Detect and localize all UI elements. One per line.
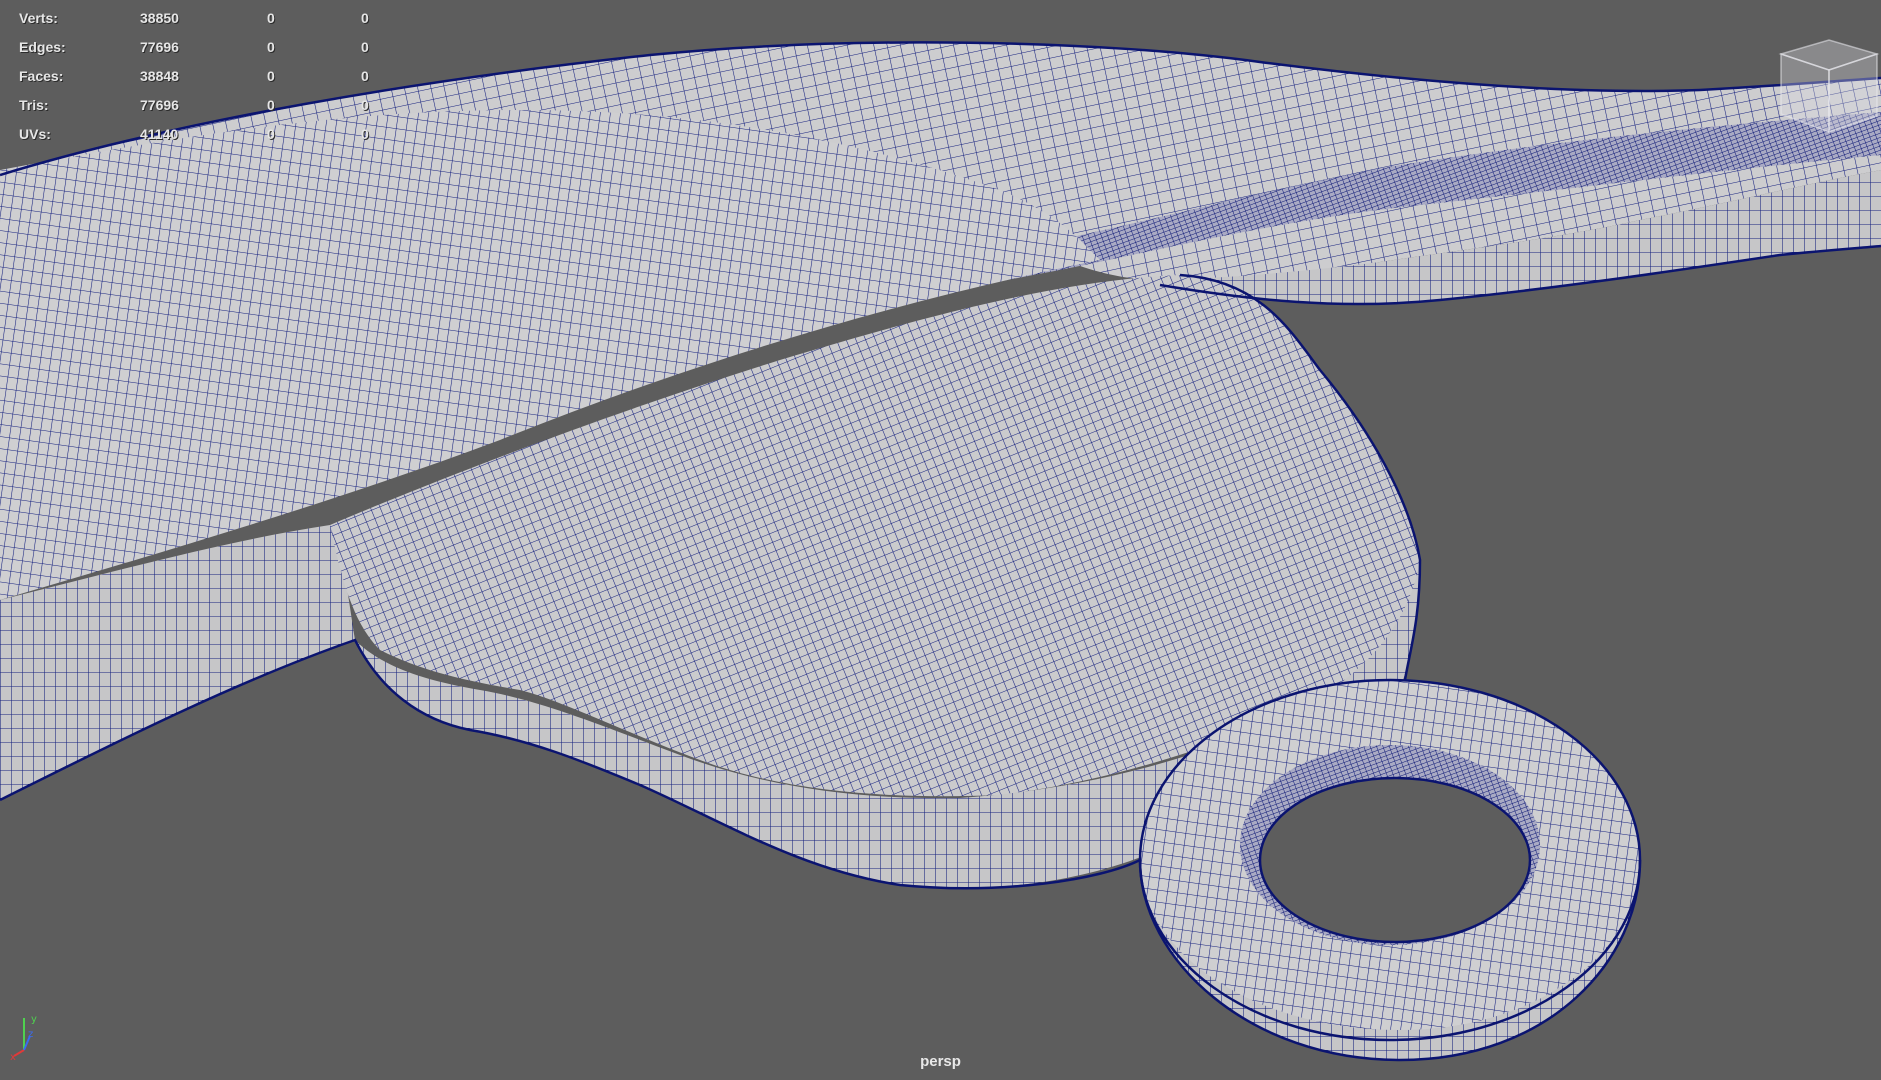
hud-row-verts: Verts: 38850 0 0 bbox=[19, 4, 379, 33]
hud-component: 0 bbox=[361, 39, 369, 55]
camera-name-label: persp bbox=[920, 1053, 961, 1070]
hud-value: 38850 bbox=[140, 10, 179, 26]
hud-value: 77696 bbox=[140, 97, 179, 113]
hud-component: 0 bbox=[361, 97, 369, 113]
hud-component: 0 bbox=[361, 126, 369, 142]
hud-selected: 0 bbox=[267, 10, 275, 26]
hud-selected: 0 bbox=[267, 97, 275, 113]
hud-value: 77696 bbox=[140, 39, 179, 55]
hud-row-tris: Tris: 77696 0 0 bbox=[19, 91, 379, 120]
hud-selected: 0 bbox=[267, 68, 275, 84]
hud-label: Edges: bbox=[19, 39, 66, 55]
model-wireframe[interactable] bbox=[0, 0, 1881, 1080]
hud-label: Faces: bbox=[19, 68, 64, 84]
axis-z-label: z bbox=[28, 1029, 33, 1040]
hud-selected: 0 bbox=[267, 39, 275, 55]
hud-component: 0 bbox=[361, 68, 369, 84]
hud-value: 41140 bbox=[140, 126, 179, 142]
hud-label: Verts: bbox=[19, 10, 58, 26]
view-cube-icon[interactable] bbox=[1751, 32, 1881, 142]
maya-viewport[interactable]: Verts: 38850 0 0 Edges: 77696 0 0 Faces:… bbox=[0, 0, 1881, 1080]
hud-row-faces: Faces: 38848 0 0 bbox=[19, 62, 379, 91]
hud-value: 38848 bbox=[140, 68, 179, 84]
hud-label: UVs: bbox=[19, 126, 51, 142]
axis-y-label: y bbox=[31, 1014, 37, 1025]
hud-row-uvs: UVs: 41140 0 0 bbox=[19, 120, 379, 149]
poly-count-hud: Verts: 38850 0 0 Edges: 77696 0 0 Faces:… bbox=[19, 4, 379, 149]
hud-label: Tris: bbox=[19, 97, 49, 113]
hud-component: 0 bbox=[361, 10, 369, 26]
hud-selected: 0 bbox=[267, 126, 275, 142]
hud-row-edges: Edges: 77696 0 0 bbox=[19, 33, 379, 62]
